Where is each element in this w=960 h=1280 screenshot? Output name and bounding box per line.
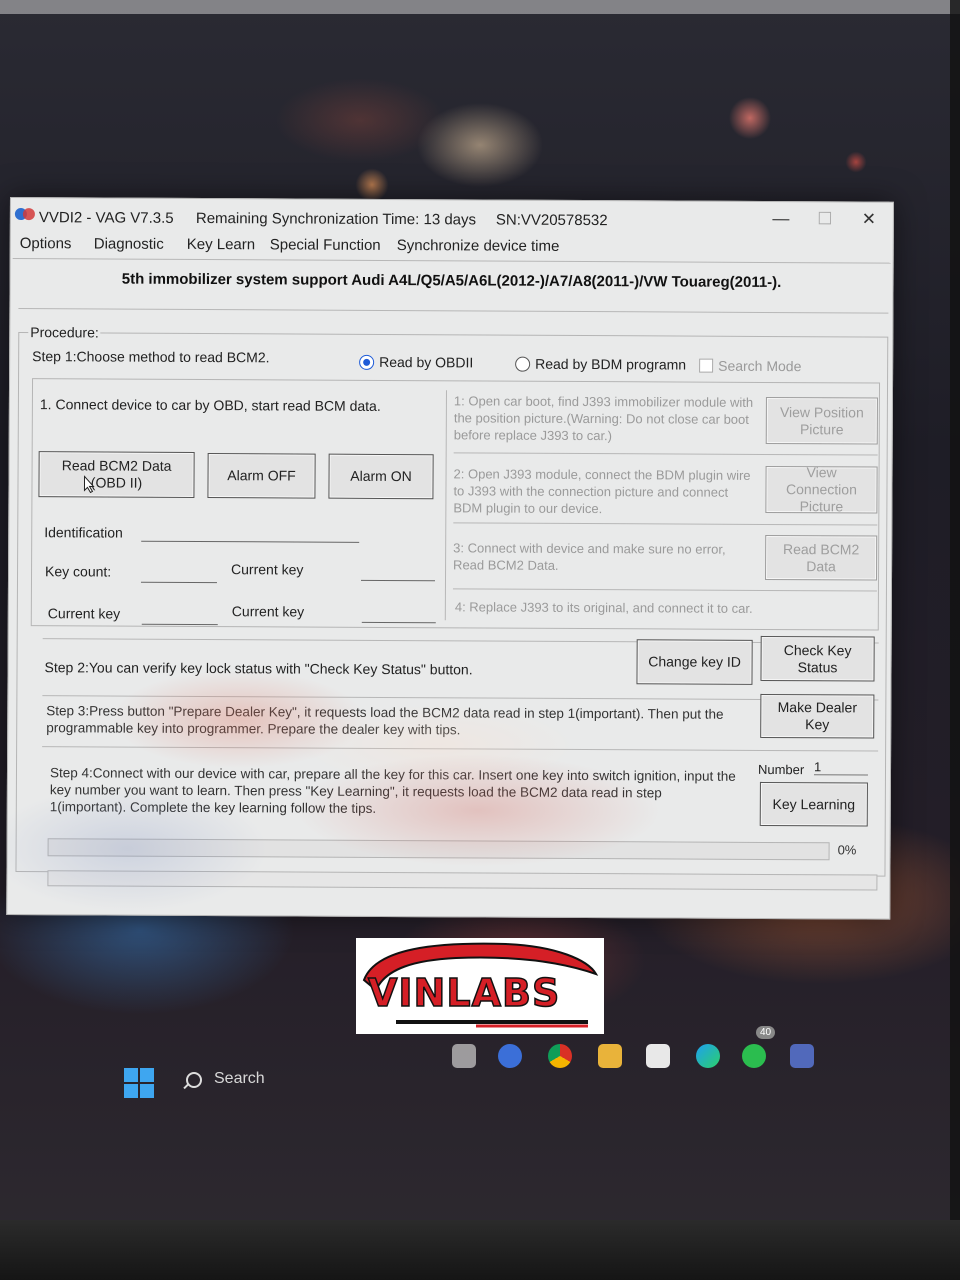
read-by-obdii-radio[interactable] bbox=[359, 354, 375, 370]
read-bcm2-bdm-button[interactable]: Read BCM2 Data bbox=[765, 534, 878, 581]
search-mode-label[interactable]: Search Mode bbox=[718, 358, 801, 374]
read-by-bdm-radio[interactable] bbox=[515, 356, 531, 372]
change-key-id-button[interactable]: Change key ID bbox=[636, 639, 753, 685]
screen-bezel-top bbox=[0, 0, 960, 14]
bdm-step4-text: 4: Replace J393 to its original, and con… bbox=[454, 599, 753, 616]
menu-options[interactable]: Options bbox=[20, 235, 72, 252]
alarm-off-button[interactable]: Alarm OFF bbox=[207, 453, 316, 499]
read-bcm2-obd-label: Read BCM2 Data bbox=[61, 457, 172, 474]
file-explorer-icon[interactable] bbox=[598, 1044, 622, 1068]
check-key-status-button[interactable]: Check Key Status bbox=[760, 635, 875, 682]
vinlabs-logo-text: VINLABS bbox=[367, 970, 561, 1016]
banner-separator bbox=[18, 308, 889, 314]
current-key-label-3: Current key bbox=[231, 603, 305, 620]
step3-text: Step 3:Press button "Prepare Dealer Key"… bbox=[46, 703, 724, 738]
menu-special-function[interactable]: Special Function bbox=[270, 236, 381, 254]
bdm-step1-text: 1: Open car boot, find J393 immobilizer … bbox=[453, 393, 754, 444]
status-bar bbox=[47, 870, 878, 891]
key-learning-button[interactable]: Key Learning bbox=[759, 781, 868, 827]
screen-bezel-bottom bbox=[0, 1220, 960, 1280]
number-label: Number bbox=[757, 761, 805, 778]
whatsapp-icon[interactable] bbox=[742, 1044, 766, 1068]
step1-label: Step 1:Choose method to read BCM2. bbox=[32, 348, 270, 366]
key-count-label: Key count: bbox=[44, 563, 112, 580]
bdm-step2-text: 2: Open J393 module, connect the BDM plu… bbox=[453, 466, 751, 517]
identification-label: Identification bbox=[44, 524, 123, 541]
taskbar-search-label[interactable]: Search bbox=[214, 1070, 265, 1088]
minimize-button[interactable]: — bbox=[759, 206, 803, 232]
view-position-picture-button[interactable]: View Position Picture bbox=[765, 396, 878, 445]
serial-number: SN:VV20578532 bbox=[495, 211, 608, 230]
obd-instruction: 1. Connect device to car by OBD, start r… bbox=[39, 396, 381, 414]
microsoft-store-icon[interactable] bbox=[646, 1044, 670, 1068]
search-icon[interactable] bbox=[186, 1072, 202, 1088]
menu-diagnostic[interactable]: Diagnostic bbox=[94, 235, 164, 252]
make-dealer-key-button[interactable]: Make Dealer Key bbox=[760, 693, 875, 739]
read-bcm2-obd-sublabel: (OBD II) bbox=[90, 474, 143, 491]
edge-icon[interactable] bbox=[696, 1044, 720, 1068]
maximize-button[interactable]: ☐ bbox=[803, 206, 847, 232]
windows-start-icon[interactable] bbox=[124, 1068, 156, 1100]
supported-models-banner: 5th immobilizer system support Audi A4L/… bbox=[121, 270, 782, 292]
menu-key-learn[interactable]: Key Learn bbox=[187, 236, 255, 253]
title-bar[interactable]: VVDI2 - VAG V7.3.5 Remaining Synchroniza… bbox=[11, 198, 893, 237]
chrome-icon[interactable] bbox=[548, 1044, 572, 1068]
vvdi2-window: VVDI2 - VAG V7.3.5 Remaining Synchroniza… bbox=[6, 197, 894, 920]
step4-text: Step 4:Connect with our device with car,… bbox=[49, 765, 736, 816]
current-key-label-2: Current key bbox=[47, 605, 121, 622]
read-bcm2-obd-button[interactable]: Read BCM2 Data (OBD II) bbox=[38, 451, 195, 498]
alarm-on-button[interactable]: Alarm ON bbox=[328, 453, 434, 500]
whatsapp-badge: 40 bbox=[756, 1026, 776, 1039]
task-view-icon[interactable] bbox=[452, 1044, 476, 1068]
app-title: VVDI2 - VAG V7.3.5 bbox=[38, 209, 174, 227]
progress-percent: 0% bbox=[837, 842, 857, 858]
step2-label: Step 2:You can verify key lock status wi… bbox=[44, 659, 473, 678]
vvdi-app-icon bbox=[14, 208, 37, 221]
mouse-cursor-icon bbox=[83, 475, 95, 494]
app-icon[interactable] bbox=[790, 1044, 814, 1068]
sync-time-label: Remaining Synchronization Time: 13 days bbox=[195, 209, 477, 229]
teams-chat-icon[interactable] bbox=[498, 1044, 522, 1068]
bdm-step3-text: 3: Connect with device and make sure no … bbox=[453, 540, 726, 573]
search-mode-checkbox[interactable] bbox=[699, 358, 714, 373]
menu-bar: Options Diagnostic Key Learn Special Fun… bbox=[11, 232, 893, 261]
screen-bezel-right bbox=[950, 0, 960, 1280]
view-connection-picture-button[interactable]: View Connection Picture bbox=[765, 464, 878, 514]
current-key-label-1: Current key bbox=[231, 561, 304, 578]
procedure-label: Procedure: bbox=[28, 324, 101, 341]
key-number-input[interactable]: 1 bbox=[813, 759, 869, 776]
menu-synchronize-device-time[interactable]: Synchronize device time bbox=[397, 237, 560, 255]
vinlabs-logo: VINLABS bbox=[356, 938, 604, 1034]
close-button[interactable]: ✕ bbox=[847, 206, 891, 232]
read-by-bdm-label[interactable]: Read by BDM programn bbox=[535, 356, 686, 373]
read-by-obdii-label[interactable]: Read by OBDII bbox=[379, 354, 473, 370]
